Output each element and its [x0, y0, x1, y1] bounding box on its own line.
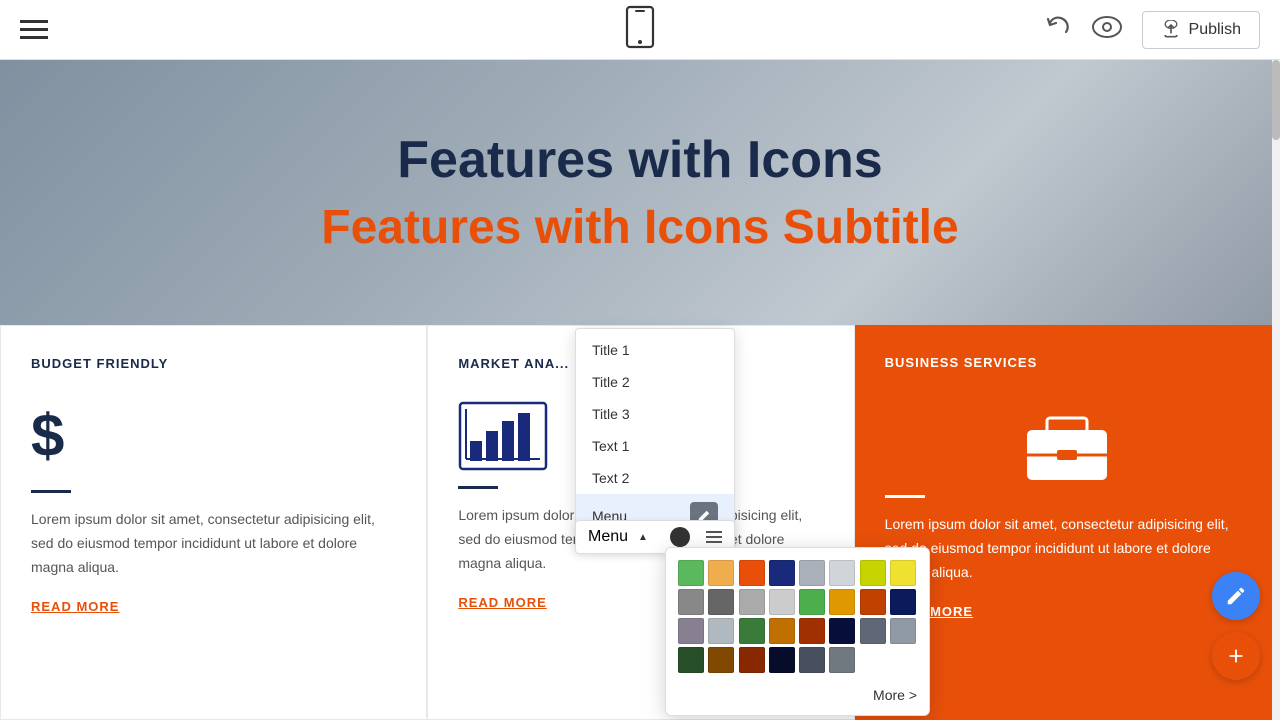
dropdown-item-title1[interactable]: Title 1: [576, 334, 734, 366]
color-cell[interactable]: [769, 647, 795, 673]
card-title-budget: BUDGET FRIENDLY: [31, 356, 396, 371]
color-cell[interactable]: [739, 589, 765, 615]
color-cell[interactable]: [769, 618, 795, 644]
topbar-right: Publish: [1044, 11, 1260, 49]
color-cell[interactable]: [799, 560, 825, 586]
hero-subtitle: Features with Icons Subtitle: [321, 200, 958, 255]
color-cell[interactable]: [829, 647, 855, 673]
budget-friendly-card: BUDGET FRIENDLY $ Lorem ipsum dolor sit …: [0, 325, 427, 720]
card-text-budget: Lorem ipsum dolor sit amet, consectetur …: [31, 508, 396, 579]
color-cell[interactable]: [708, 647, 734, 673]
hero-section: Features with Icons Features with Icons …: [0, 60, 1280, 325]
color-cell[interactable]: [799, 589, 825, 615]
dropdown-item-text2[interactable]: Text 2: [576, 462, 734, 494]
color-cell[interactable]: [890, 589, 916, 615]
color-cell[interactable]: [799, 618, 825, 644]
read-more-budget[interactable]: READ MORE: [31, 599, 119, 614]
hero-background: [0, 60, 1280, 325]
color-grid: [678, 560, 917, 673]
chart-icon: [458, 401, 548, 471]
color-cell[interactable]: [769, 560, 795, 586]
color-cell[interactable]: [678, 589, 704, 615]
topbar: Publish: [0, 0, 1280, 60]
topbar-left: [20, 20, 48, 39]
color-cell[interactable]: [829, 618, 855, 644]
fab-edit-button[interactable]: [1212, 572, 1260, 620]
fab-add-button[interactable]: [1212, 632, 1260, 680]
dropdown-menu: Title 1 Title 2 Title 3 Text 1 Text 2 Me…: [575, 328, 735, 544]
more-colors-area: More >: [678, 683, 917, 703]
color-cell[interactable]: [739, 618, 765, 644]
more-colors-button[interactable]: More >: [873, 687, 917, 703]
menu-bar-chevron-icon: ▲: [638, 532, 648, 543]
color-cell[interactable]: [678, 560, 704, 586]
topbar-center: [624, 5, 656, 54]
menu-bar-circle: [670, 527, 690, 547]
menu-bar-lines-icon: [706, 531, 722, 543]
color-cell[interactable]: [708, 560, 734, 586]
color-cell[interactable]: [739, 647, 765, 673]
color-cell[interactable]: [708, 618, 734, 644]
card-divider-business: [885, 495, 925, 498]
dropdown-item-title2[interactable]: Title 2: [576, 366, 734, 398]
color-cell[interactable]: [769, 589, 795, 615]
undo-icon[interactable]: [1044, 13, 1072, 47]
hamburger-menu-icon[interactable]: [20, 20, 48, 39]
read-more-market[interactable]: READ MORE: [458, 595, 546, 610]
color-picker: More >: [665, 547, 930, 716]
mobile-preview-icon[interactable]: [624, 5, 656, 54]
menu-bar-label: Menu: [588, 528, 628, 546]
color-cell[interactable]: [860, 560, 886, 586]
color-cell[interactable]: [829, 589, 855, 615]
dropdown-item-title3[interactable]: Title 3: [576, 398, 734, 430]
dollar-icon: $: [31, 401, 396, 470]
main-content: Features with Icons Features with Icons …: [0, 60, 1280, 720]
briefcase-icon: [885, 400, 1250, 480]
scrollbar-thumb[interactable]: [1272, 60, 1280, 140]
preview-eye-icon[interactable]: [1092, 16, 1122, 44]
color-cell[interactable]: [860, 589, 886, 615]
card-divider-market: [458, 486, 498, 489]
publish-label: Publish: [1189, 21, 1241, 39]
color-cell[interactable]: [799, 647, 825, 673]
scrollbar[interactable]: [1272, 60, 1280, 720]
card-text-business: Lorem ipsum dolor sit amet, consectetur …: [885, 513, 1250, 584]
card-divider: [31, 490, 71, 493]
card-title-business: BUSINESS SERVICES: [885, 355, 1250, 370]
dropdown-item-text1[interactable]: Text 1: [576, 430, 734, 462]
color-cell[interactable]: [678, 647, 704, 673]
publish-button[interactable]: Publish: [1142, 11, 1260, 49]
color-cell[interactable]: [678, 618, 704, 644]
color-cell[interactable]: [739, 560, 765, 586]
color-cell[interactable]: [829, 560, 855, 586]
color-cell[interactable]: [708, 589, 734, 615]
color-cell[interactable]: [860, 618, 886, 644]
color-cell[interactable]: [890, 618, 916, 644]
color-cell[interactable]: [890, 560, 916, 586]
hero-title: Features with Icons: [397, 130, 882, 190]
